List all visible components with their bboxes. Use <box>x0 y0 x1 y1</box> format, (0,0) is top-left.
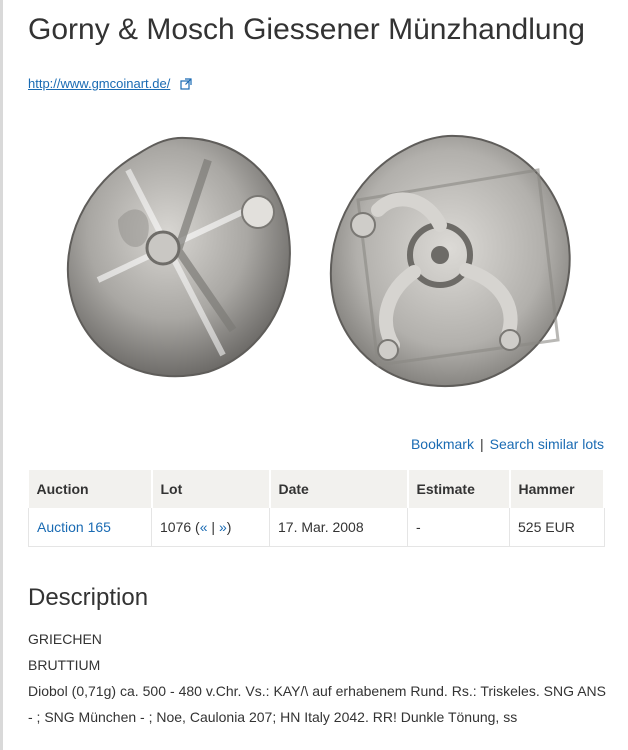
external-link-icon[interactable] <box>180 78 192 93</box>
column-header-estimate: Estimate <box>407 470 511 508</box>
lot-nav-separator: | <box>211 519 216 535</box>
column-header-auction: Auction <box>28 470 153 508</box>
previous-lot-link[interactable]: « <box>200 519 208 535</box>
website-link-row: http://www.gmcoinart.de/ <box>28 76 192 93</box>
next-lot-link[interactable]: » <box>219 519 227 535</box>
auction-link[interactable]: Auction 165 <box>37 519 111 535</box>
table-header-row: Auction Lot Date Estimate Hammer <box>28 470 605 508</box>
description-text: GRIECHEN BRUTTIUM Diobol (0,71g) ca. 500… <box>28 626 606 730</box>
auction-cell: Auction 165 <box>28 508 152 547</box>
auction-table: Auction Lot Date Estimate Hammer Auction… <box>28 470 605 547</box>
page-title: Gorny & Mosch Giessener Münzhandlung <box>28 13 585 47</box>
column-header-date: Date <box>269 470 409 508</box>
coin-images <box>58 130 588 390</box>
column-header-hammer: Hammer <box>509 470 605 508</box>
table-row: Auction 165 1076 (« | ») 17. Mar. 2008 -… <box>28 508 605 547</box>
coin-reverse-image[interactable] <box>329 134 571 387</box>
description-body: Diobol (0,71g) ca. 500 - 480 v.Chr. Vs.:… <box>28 683 606 725</box>
estimate-cell: - <box>407 508 510 547</box>
lot-number: 1076 <box>160 519 192 535</box>
lot-actions: Bookmark | Search similar lots <box>411 436 604 452</box>
description-line-region: BRUTTIUM <box>28 657 101 673</box>
page-left-border <box>0 0 3 750</box>
lot-nav-close-paren: ) <box>226 519 232 535</box>
action-separator: | <box>479 436 484 452</box>
lot-cell: 1076 (« | ») <box>151 508 270 547</box>
description-heading: Description <box>28 584 149 611</box>
search-similar-lots-link[interactable]: Search similar lots <box>490 436 604 452</box>
date-cell: 17. Mar. 2008 <box>269 508 408 547</box>
coin-obverse-image[interactable] <box>66 136 291 378</box>
column-header-lot: Lot <box>151 470 271 508</box>
bookmark-link[interactable]: Bookmark <box>411 436 474 452</box>
hammer-cell: 525 EUR <box>509 508 605 547</box>
description-line-region-group: GRIECHEN <box>28 631 102 647</box>
website-link[interactable]: http://www.gmcoinart.de/ <box>28 76 170 91</box>
